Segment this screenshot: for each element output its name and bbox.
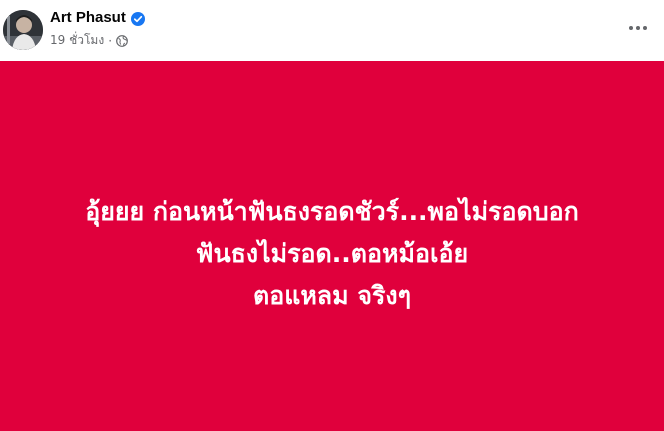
status-line-1: อุ้ยยย ก่อนหน้าฟันธงรอดชัวร์...พอไม่รอดบ… bbox=[85, 197, 579, 226]
author-name[interactable]: Art Phasut bbox=[50, 9, 126, 26]
more-options-button[interactable] bbox=[622, 12, 654, 44]
author-row: Art Phasut bbox=[50, 9, 145, 26]
meta-separator: · bbox=[108, 33, 113, 48]
more-horizontal-icon bbox=[629, 26, 647, 30]
post-meta: 19 ชั่วโมง · bbox=[50, 31, 128, 50]
status-line-3: ตอแหลม จริงๆ bbox=[252, 281, 412, 310]
post-header: Art Phasut 19 ชั่วโมง · bbox=[0, 0, 664, 60]
status-text: อุ้ยยย ก่อนหน้าฟันธงรอดชัวร์...พอไม่รอดบ… bbox=[0, 191, 664, 317]
status-background-card: อุ้ยยย ก่อนหน้าฟันธงรอดชัวร์...พอไม่รอดบ… bbox=[0, 61, 664, 431]
verified-badge-icon bbox=[130, 11, 145, 26]
globe-icon[interactable] bbox=[116, 34, 128, 47]
avatar-photo-icon bbox=[3, 10, 43, 50]
author-avatar[interactable] bbox=[3, 10, 43, 50]
post-timestamp[interactable]: 19 ชั่วโมง bbox=[50, 31, 104, 50]
status-line-2: ฟันธงไม่รอด..ตอหม้อเอ้ย bbox=[195, 239, 469, 268]
